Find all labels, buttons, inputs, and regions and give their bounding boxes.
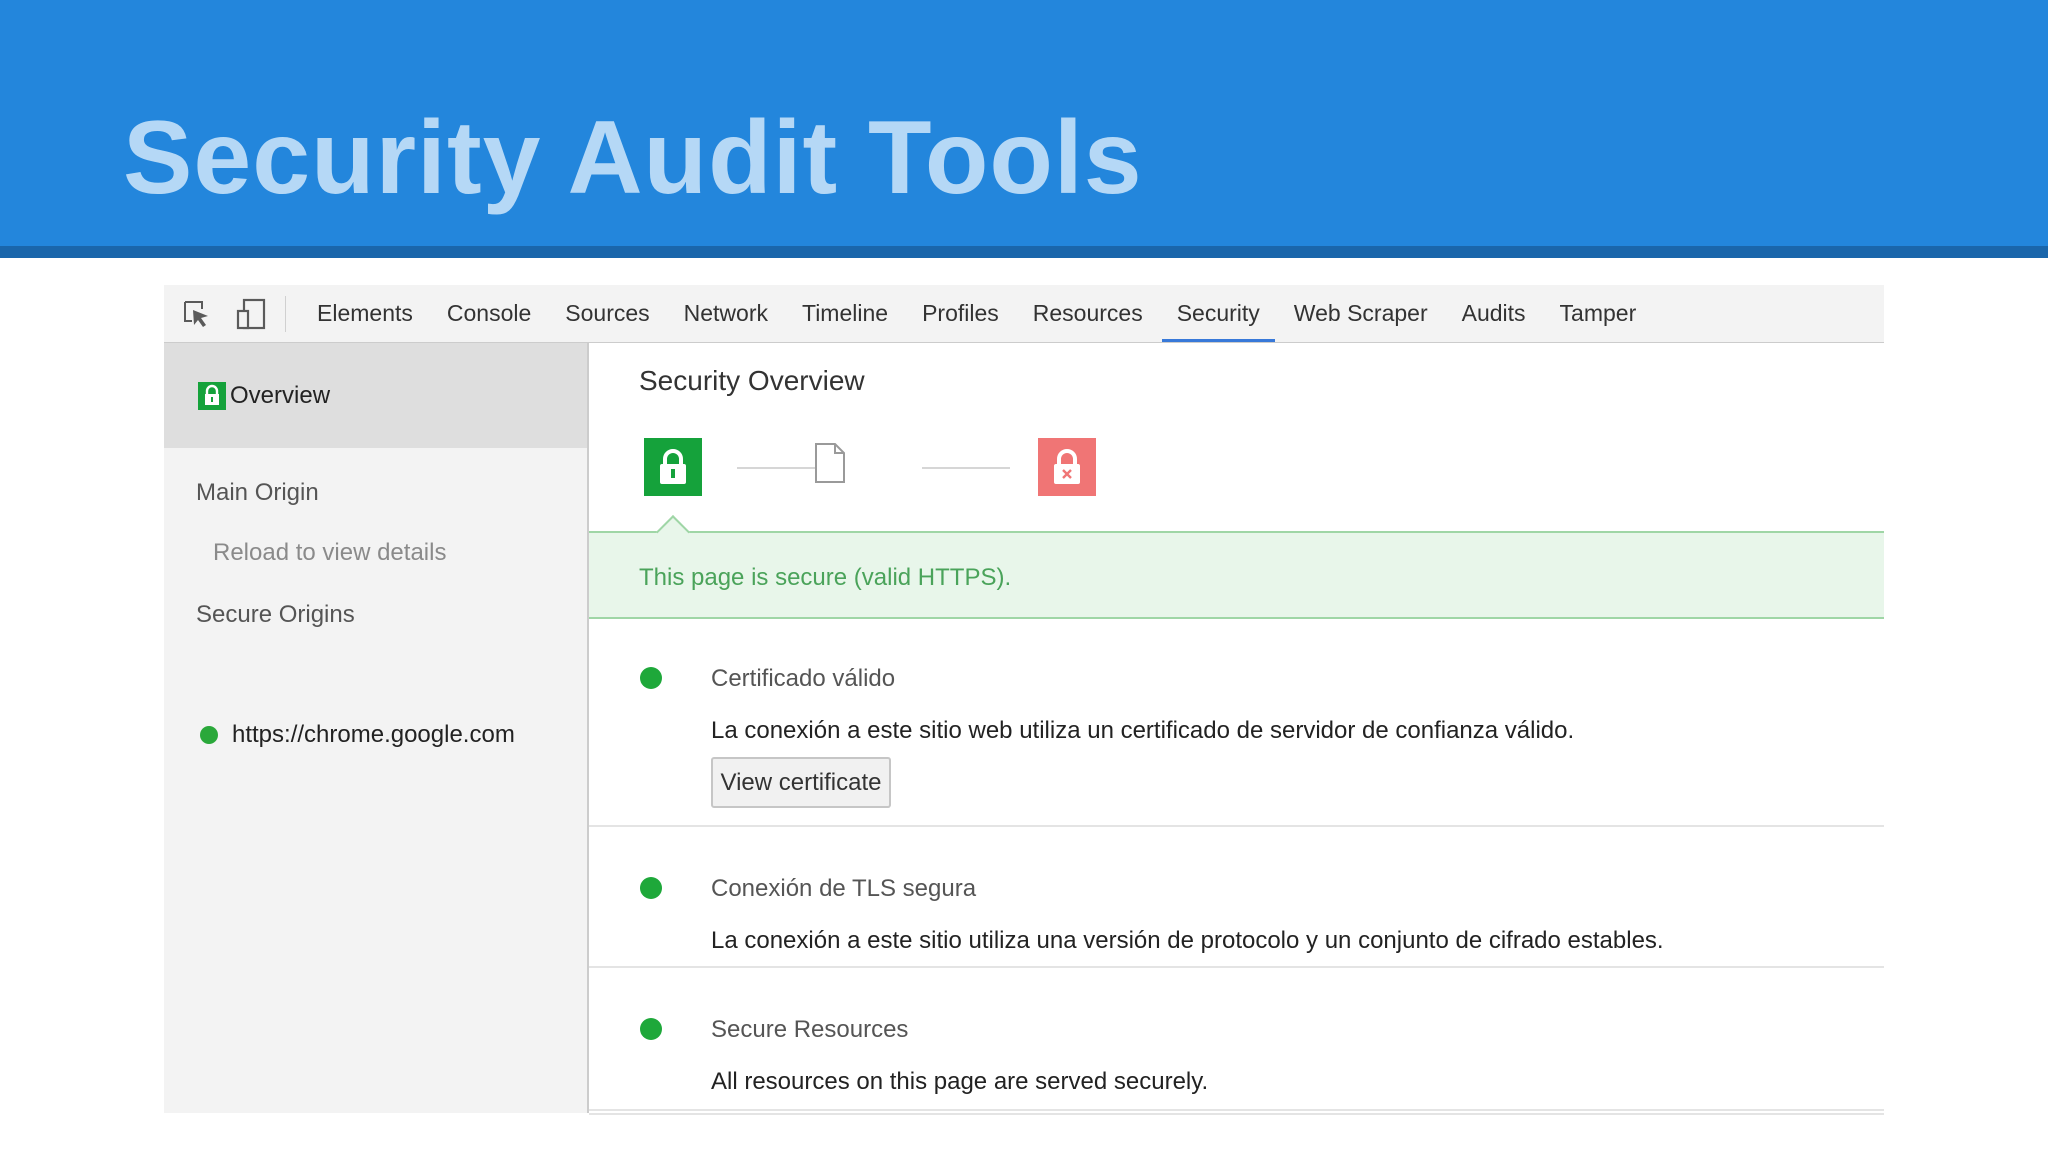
slide-title: Security Audit Tools — [123, 100, 1143, 216]
secure-status-dot — [200, 726, 218, 744]
tab-web-scraper[interactable]: Web Scraper — [1277, 285, 1445, 342]
banner-pointer — [656, 515, 690, 549]
secure-origins-heading: Secure Origins — [196, 601, 355, 628]
security-item-certificate: Certificado válido La conexión a este si… — [589, 617, 1884, 827]
tab-console[interactable]: Console — [430, 285, 548, 342]
security-main-panel: Security Overview This page is secure (v… — [589, 343, 1884, 1115]
tab-audits[interactable]: Audits — [1445, 285, 1543, 342]
item-divider — [589, 1109, 1884, 1111]
device-mode-icon[interactable] — [233, 296, 269, 332]
security-summary-icons — [589, 343, 1189, 503]
item-description: All resources on this page are served se… — [711, 1068, 1209, 1095]
insecure-lock-icon — [1038, 438, 1096, 496]
sidebar-item-origin[interactable]: https://chrome.google.com — [200, 721, 515, 749]
security-sidebar: Overview Main Origin Reload to view deta… — [164, 343, 589, 1113]
tab-tamper[interactable]: Tamper — [1543, 285, 1654, 342]
toolbar-separator — [285, 295, 286, 332]
item-divider — [589, 825, 1884, 827]
reload-hint: Reload to view details — [213, 539, 447, 566]
secure-status-dot — [640, 667, 662, 689]
connector-line — [922, 467, 1010, 469]
item-divider — [589, 966, 1884, 968]
secure-status-text: This page is secure (valid HTTPS). — [639, 564, 1012, 591]
connector-line — [737, 467, 825, 469]
tab-network[interactable]: Network — [667, 285, 785, 342]
devtools-window: Elements Console Sources Network Timelin… — [164, 285, 1884, 1115]
tab-resources[interactable]: Resources — [1016, 285, 1160, 342]
security-item-resources: Secure Resources All resources on this p… — [589, 968, 1884, 1113]
inspect-element-icon[interactable] — [179, 296, 215, 332]
main-origin-heading: Main Origin — [196, 479, 319, 506]
tab-security[interactable]: Security — [1160, 285, 1277, 342]
item-description: La conexión a este sitio web utiliza un … — [711, 717, 1575, 744]
secure-status-banner: This page is secure (valid HTTPS). — [589, 515, 1884, 619]
item-title: Certificado válido — [711, 665, 896, 692]
devtools-toolbar: Elements Console Sources Network Timelin… — [164, 285, 1884, 343]
info-document-icon — [814, 442, 846, 489]
tab-timeline[interactable]: Timeline — [785, 285, 905, 342]
item-title: Conexión de TLS segura — [711, 875, 977, 902]
tab-profiles[interactable]: Profiles — [905, 285, 1016, 342]
sidebar-item-label: Overview — [230, 381, 331, 409]
sidebar-item-overview[interactable]: Overview — [164, 343, 587, 448]
item-description: La conexión a este sitio utiliza una ver… — [711, 927, 1664, 954]
item-title: Secure Resources — [711, 1016, 909, 1043]
slide-header-rule — [0, 246, 2048, 258]
origin-url: https://chrome.google.com — [232, 721, 515, 748]
secure-lock-icon — [644, 438, 702, 496]
tab-elements[interactable]: Elements — [300, 285, 430, 342]
security-item-tls: Conexión de TLS segura La conexión a est… — [589, 827, 1884, 967]
secure-status-dot — [640, 877, 662, 899]
item-divider — [589, 1113, 1884, 1115]
view-certificate-button[interactable]: View certificate — [711, 757, 891, 808]
slide-header: Security Audit Tools — [0, 0, 2048, 246]
secure-status-dot — [640, 1018, 662, 1040]
secure-lock-icon — [198, 381, 226, 410]
tab-sources[interactable]: Sources — [548, 285, 666, 342]
